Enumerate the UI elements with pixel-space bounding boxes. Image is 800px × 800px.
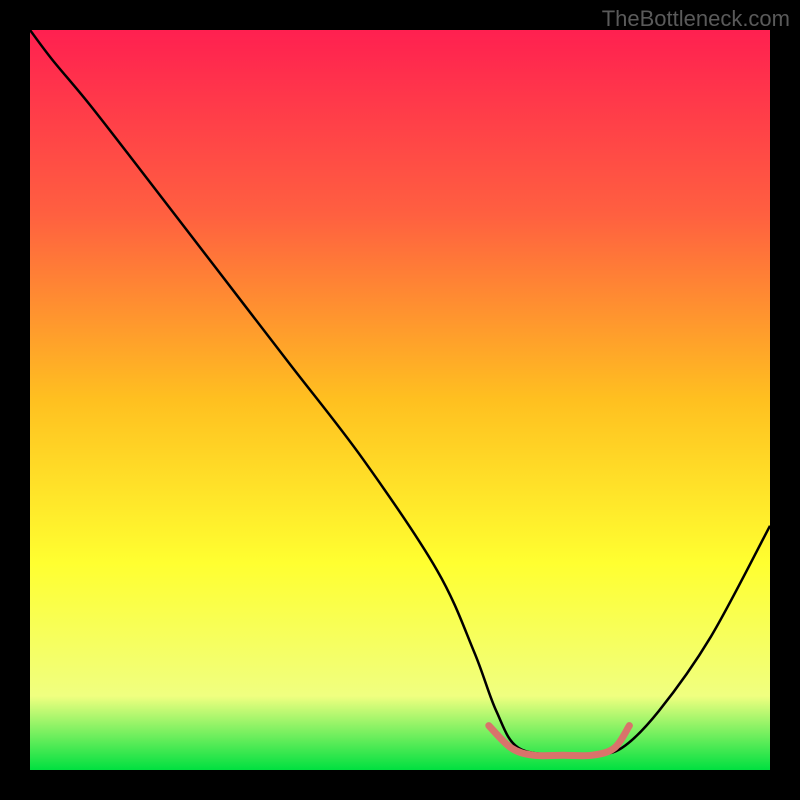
chart-plot-area	[30, 30, 770, 770]
bottleneck-curve	[30, 30, 770, 756]
watermark-text: TheBottleneck.com	[602, 6, 790, 32]
chart-curves	[30, 30, 770, 770]
